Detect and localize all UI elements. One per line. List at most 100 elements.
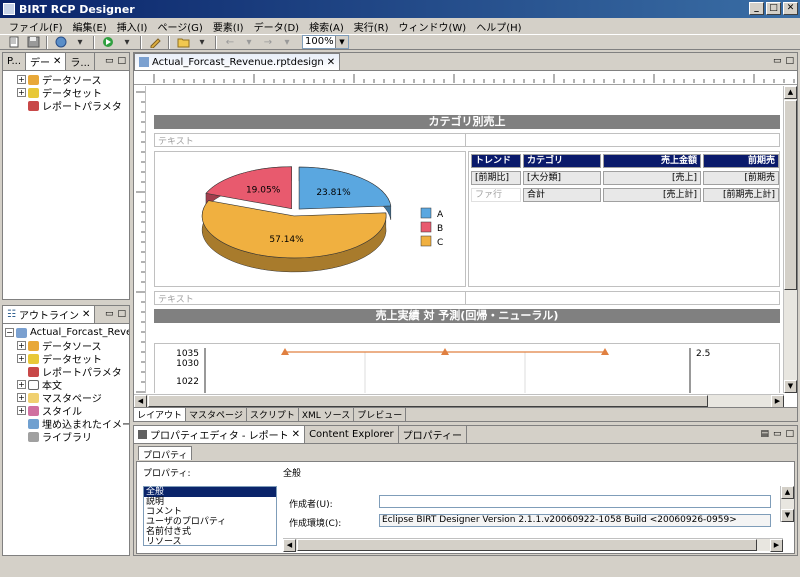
scroll-left-icon[interactable]: ◀	[283, 539, 296, 552]
tab-property-editor[interactable]: プロパティエディタ - レポート ✕	[134, 426, 306, 443]
tree-item-report-parameter[interactable]: レポートパラメタ	[3, 365, 129, 378]
menu-edit[interactable]: 編集(E)	[68, 19, 112, 34]
scroll-down-icon[interactable]: ▼	[781, 509, 794, 522]
property-horizontal-scrollbar[interactable]: ◀ ▶	[283, 538, 783, 552]
maximize-icon[interactable]: □	[785, 429, 794, 439]
tree-item-data-source[interactable]: + データソース	[3, 339, 129, 352]
tab-script[interactable]: スクリプト	[247, 408, 299, 421]
table-header-category[interactable]: カテゴリ	[523, 154, 601, 168]
scroll-thumb[interactable]	[148, 395, 708, 407]
new-file-icon[interactable]	[6, 36, 22, 49]
table-cell[interactable]: [売上]	[603, 171, 701, 185]
tree-item-report-root[interactable]: − Actual_Forcast_Revenu	[3, 326, 129, 339]
minimize-icon[interactable]: ▭	[105, 309, 114, 319]
list-item[interactable]: 名前付き式	[144, 527, 276, 537]
scroll-down-icon[interactable]: ▼	[784, 380, 797, 393]
tree-item-body[interactable]: + 本文	[3, 378, 129, 391]
tree-item-master-page[interactable]: + マスタページ	[3, 391, 129, 404]
chevron-down-icon[interactable]: ▼	[335, 36, 348, 48]
tab-report-design[interactable]: Actual_Forcast_Revenue.rptdesign ✕	[134, 53, 341, 70]
table-cell[interactable]: [前期比]	[471, 171, 521, 185]
minimize-icon[interactable]: ▭	[773, 56, 782, 66]
list-item[interactable]: リソース	[144, 537, 276, 547]
close-icon[interactable]: ✕	[82, 309, 90, 320]
table-cell[interactable]: ファ行	[471, 188, 521, 202]
tree-item-data-set[interactable]: + データセット	[3, 86, 129, 99]
menu-element[interactable]: 要素(I)	[208, 19, 249, 34]
tab-data-explorer[interactable]: デー ✕	[26, 53, 67, 70]
run-report-icon[interactable]	[100, 36, 116, 49]
table-cell[interactable]: [前期売上計]	[703, 188, 779, 202]
table-cell[interactable]: [売上計]	[603, 188, 701, 202]
summary-table[interactable]: トレンド カテゴリ 売上金額 前期売 [前期比] [大分類] [売上] [前期売…	[468, 151, 780, 287]
menu-help[interactable]: ヘルプ(H)	[471, 19, 526, 34]
maximize-icon[interactable]: □	[117, 309, 126, 319]
tab-content-explorer[interactable]: Content Explorer	[305, 426, 399, 443]
minimize-button[interactable]: _	[749, 2, 764, 15]
list-item[interactable]: コメント	[144, 507, 276, 517]
tab-xml-source[interactable]: XML ソース	[299, 408, 355, 421]
table-cell[interactable]: [大分類]	[523, 171, 601, 185]
tab-properties[interactable]: プロパティー	[399, 426, 468, 443]
tab-outline[interactable]: ☷ アウトライン ✕	[3, 306, 96, 323]
menu-insert[interactable]: 挿入(I)	[112, 19, 153, 34]
close-icon[interactable]: ✕	[292, 429, 300, 440]
chevron-down-icon[interactable]: ▾	[241, 36, 257, 49]
tree-item-library[interactable]: ライブラリ	[3, 430, 129, 443]
table-header-sales[interactable]: 売上金額	[603, 154, 701, 168]
section-title-category-sales[interactable]: カテゴリ別売上	[154, 115, 780, 129]
menu-window[interactable]: ウィンドウ(W)	[394, 19, 472, 34]
tab-library[interactable]: ラ...	[66, 53, 95, 70]
scroll-thumb[interactable]	[297, 539, 757, 551]
back-arrow-icon[interactable]: ←	[222, 36, 238, 49]
web-preview-icon[interactable]	[53, 36, 69, 49]
close-icon[interactable]: ✕	[327, 57, 335, 68]
text-placeholder[interactable]: テキスト	[154, 291, 466, 305]
text-placeholder[interactable]: テキスト	[154, 133, 466, 147]
section-title-forecast[interactable]: 売上実績 対 予測(回帰・ニューラル)	[154, 309, 780, 323]
editor-vertical-scrollbar[interactable]: ▲ ▼	[783, 86, 797, 393]
tab-layout[interactable]: レイアウト	[134, 408, 187, 421]
property-vertical-scrollbar[interactable]: ▲ ▼	[780, 486, 794, 522]
menu-data[interactable]: データ(D)	[249, 19, 305, 34]
forward-arrow-icon[interactable]: →	[260, 36, 276, 49]
menu-page[interactable]: ページ(G)	[152, 19, 207, 34]
maximize-icon[interactable]: □	[117, 56, 126, 66]
line-chart[interactable]: 10351030 1022 2.5	[155, 344, 779, 393]
maximize-button[interactable]: □	[766, 2, 781, 15]
minimize-icon[interactable]: ▭	[105, 56, 114, 66]
scroll-thumb[interactable]	[784, 100, 797, 290]
scroll-right-icon[interactable]: ▶	[770, 539, 783, 552]
table-header-trend[interactable]: トレンド	[471, 154, 521, 168]
tree-item-embedded-images[interactable]: 埋め込まれたイメー	[3, 417, 129, 430]
minimize-icon[interactable]: ▭	[773, 429, 782, 439]
menu-search[interactable]: 検索(A)	[304, 19, 349, 34]
list-item[interactable]: 全般	[144, 487, 276, 497]
tree-item-report-parameter[interactable]: レポートパラメタ	[3, 99, 129, 112]
tree-item-data-set[interactable]: + データセット	[3, 352, 129, 365]
tree-item-data-source[interactable]: + データソース	[3, 73, 129, 86]
tab-property[interactable]: プロパティ	[138, 446, 193, 461]
pie-chart-cell[interactable]: 23.81% 57.14% 19.05% A B C	[154, 151, 466, 287]
tree-item-style[interactable]: + スタイル	[3, 404, 129, 417]
editor-horizontal-scrollbar[interactable]: ◀ ▶	[134, 394, 784, 408]
list-item[interactable]: ユーザのプロパティ	[144, 517, 276, 527]
chevron-down-icon[interactable]: ▾	[194, 36, 210, 49]
list-item[interactable]: 説明	[144, 497, 276, 507]
tab-preview[interactable]: プレビュー	[354, 408, 407, 421]
close-button[interactable]: ✕	[783, 2, 798, 15]
pie-chart[interactable]: 23.81% 57.14% 19.05% ABC	[155, 152, 465, 286]
property-category-list[interactable]: 全般 説明 コメント ユーザのプロパティ 名前付き式 リソース	[143, 486, 277, 547]
chevron-down-icon[interactable]: ▾	[72, 36, 88, 49]
maximize-icon[interactable]: □	[785, 56, 794, 66]
chevron-down-icon[interactable]: ▾	[279, 36, 295, 49]
table-header-prev-sales[interactable]: 前期売	[703, 154, 779, 168]
restore-icon[interactable]: ▤	[760, 429, 769, 439]
menu-run[interactable]: 実行(R)	[349, 19, 394, 34]
folder-icon[interactable]	[175, 36, 191, 49]
tab-palette[interactable]: P...	[3, 53, 27, 70]
scroll-up-icon[interactable]: ▲	[784, 86, 797, 99]
save-icon[interactable]	[25, 36, 41, 49]
pencil-icon[interactable]	[147, 36, 163, 49]
table-cell[interactable]: 合計	[523, 188, 601, 202]
